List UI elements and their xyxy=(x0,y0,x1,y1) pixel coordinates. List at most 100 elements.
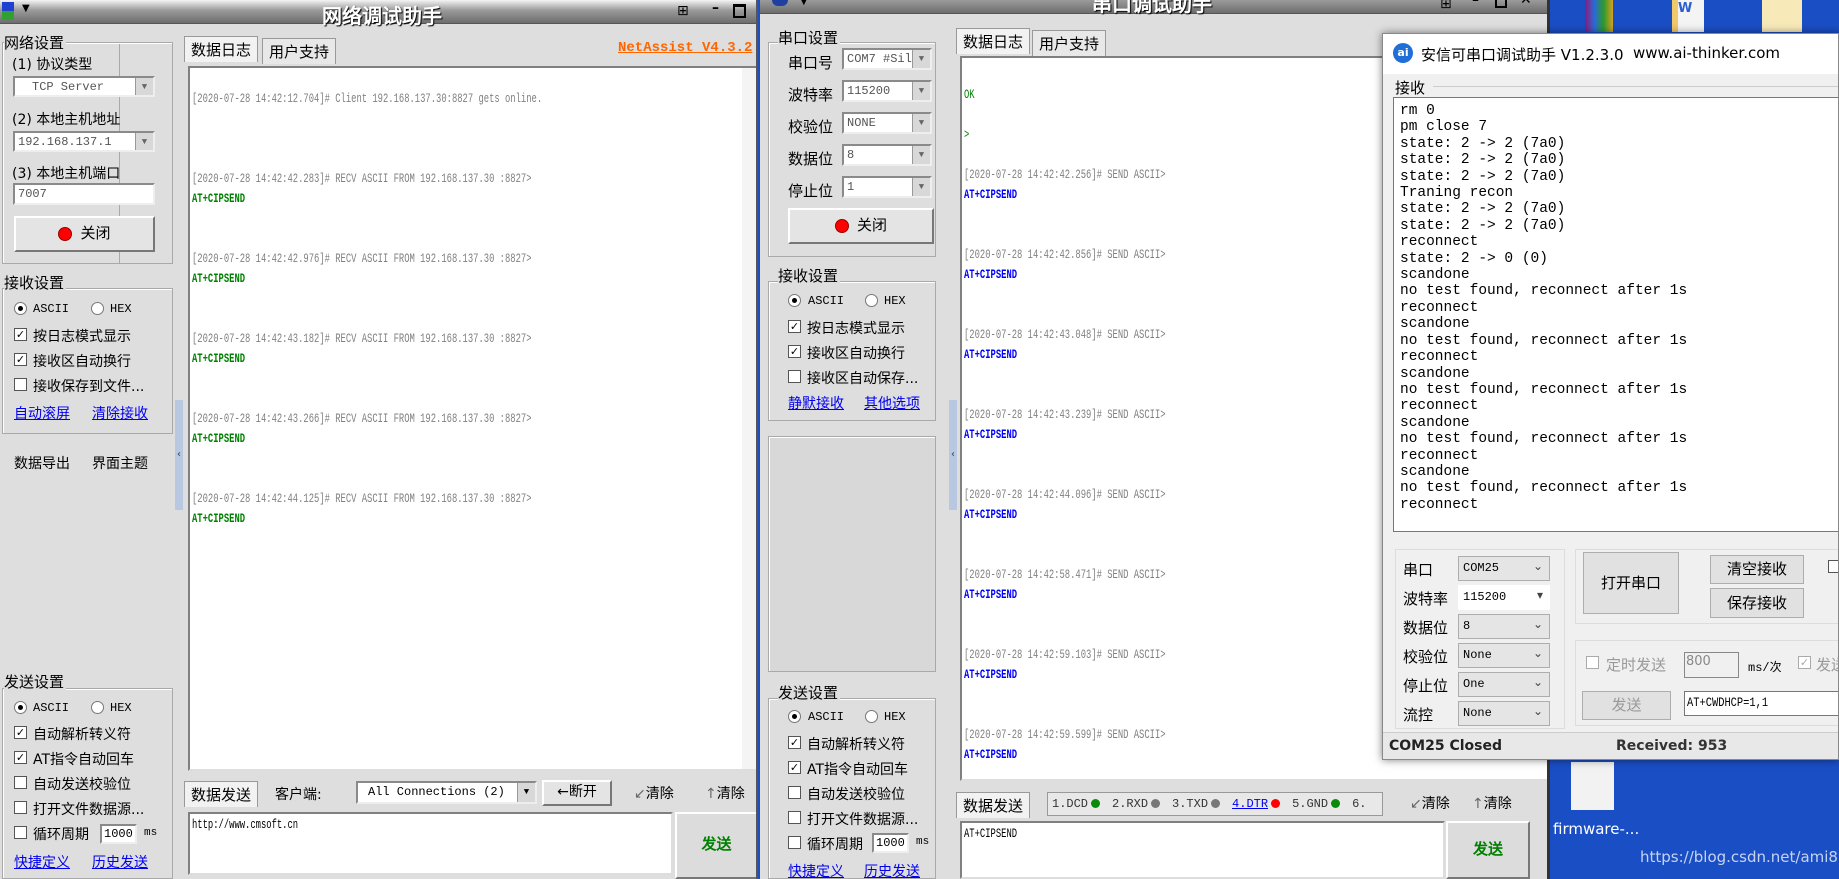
field-select[interactable]: NONE ▼ xyxy=(842,112,932,134)
protocol-select[interactable]: TCP Server ▼ xyxy=(13,76,155,97)
checkbox-4[interactable] xyxy=(788,811,801,824)
app-icon[interactable] xyxy=(2,2,14,20)
send-hex-radio[interactable] xyxy=(865,710,878,723)
recv-hex-radio[interactable] xyxy=(91,302,104,315)
clear-send-button[interactable]: ↙清除 xyxy=(1410,793,1450,813)
history-link[interactable]: 历史发送 xyxy=(864,861,920,879)
tab-data-log[interactable]: 数据日志 xyxy=(184,36,259,62)
send-hex-radio[interactable] xyxy=(91,701,104,714)
interval-input[interactable]: 800 xyxy=(1684,652,1739,678)
pin-4[interactable]: 4.DTR xyxy=(1232,797,1281,811)
send-input[interactable]: AT+CWDHCP=1,1 xyxy=(1684,691,1838,716)
clear-send-button[interactable]: ↙清除 xyxy=(634,783,674,803)
checkbox-4[interactable] xyxy=(14,801,27,814)
checkbox-1[interactable]: ✓ xyxy=(14,726,27,739)
client-select[interactable]: All Connections (2) ▼ xyxy=(356,781,537,804)
extra-checkbox[interactable] xyxy=(1828,560,1838,573)
minimize-icon[interactable]: – xyxy=(712,0,719,16)
field-select[interactable]: 8 ▼ xyxy=(842,144,932,166)
checkbox-2[interactable]: ✓ xyxy=(14,353,27,366)
menu-arrow-icon[interactable]: ▼ xyxy=(800,0,808,7)
pin-icon[interactable]: ⊞ xyxy=(677,3,689,19)
checkbox-3[interactable] xyxy=(788,370,801,383)
field-select[interactable]: None ⌄ xyxy=(1458,643,1550,668)
disconnect-button[interactable]: ←断开 xyxy=(542,780,612,806)
tab-user-support[interactable]: 用户支持 xyxy=(262,38,337,64)
other-options-link[interactable]: 其他选项 xyxy=(864,393,920,413)
file-desktop-icon[interactable] xyxy=(1571,762,1614,810)
field-select[interactable]: 8 ⌄ xyxy=(1458,614,1550,639)
word-desktop-icon[interactable]: W xyxy=(1672,0,1704,32)
netassist-titlebar[interactable]: ▼ 网络调试助手 ⊞ – xyxy=(0,0,756,28)
cycle-input[interactable]: 1000 xyxy=(872,833,909,853)
field-select[interactable]: COM25 ⌄ xyxy=(1458,556,1550,581)
shortcut-link[interactable]: 快捷定义 xyxy=(788,861,844,879)
checkbox-5[interactable] xyxy=(788,836,801,849)
timed-send-checkbox[interactable] xyxy=(1586,656,1599,669)
minimize-icon[interactable]: – xyxy=(1472,0,1479,8)
checkbox-3[interactable] xyxy=(14,378,27,391)
field-select[interactable]: COM7 #Sil ▼ xyxy=(842,48,932,70)
checkbox-3[interactable] xyxy=(788,786,801,799)
checkbox-2[interactable]: ✓ xyxy=(788,345,801,358)
checkbox-1[interactable]: ✓ xyxy=(788,320,801,333)
winrar-desktop-icon[interactable] xyxy=(1585,0,1613,32)
app-icon[interactable] xyxy=(772,0,788,6)
close-port-button[interactable]: 关闭 xyxy=(788,208,934,244)
menu-arrow-icon[interactable]: ▼ xyxy=(22,3,30,14)
send-button[interactable]: 发送 xyxy=(675,812,756,879)
send-ascii-radio[interactable] xyxy=(14,701,27,714)
field-select[interactable]: One ⌄ xyxy=(1458,672,1550,697)
scrollbar[interactable] xyxy=(742,68,756,769)
host-select[interactable]: 192.168.137.1 ▼ xyxy=(13,131,155,152)
clear-recv-button[interactable]: 清空接收 xyxy=(1710,555,1804,584)
port-input[interactable]: 7007 xyxy=(13,183,155,205)
recv-ascii-radio[interactable] xyxy=(788,294,801,307)
send-checkbox[interactable]: ✓ xyxy=(1798,656,1811,669)
cycle-input[interactable]: 1000 xyxy=(100,824,137,844)
clear-recv-button[interactable]: ↑清除 xyxy=(1472,793,1512,813)
field-select[interactable]: None ⌄ xyxy=(1458,701,1550,726)
folder-desktop-icon[interactable] xyxy=(1762,0,1802,32)
recv-ascii-radio[interactable] xyxy=(14,302,27,315)
tab-data-send[interactable]: 数据发送 xyxy=(956,792,1031,818)
recv-textarea[interactable]: rm 0 pm close 7 state: 2 -> 2 (7a0) stat… xyxy=(1393,97,1838,532)
maximize-icon[interactable] xyxy=(733,4,746,18)
checkbox-2[interactable]: ✓ xyxy=(14,751,27,764)
data-export-link[interactable]: 数据导出 xyxy=(14,453,70,473)
net-log-area[interactable]: [2020-07-28 14:42:12.704]# Client 192.16… xyxy=(188,66,756,771)
aithinker-titlebar[interactable]: ai 安信可串口调试助手 V1.2.3.0 www.ai-thinker.com xyxy=(1383,34,1838,74)
send-ascii-radio[interactable] xyxy=(788,710,801,723)
send-input[interactable]: AT+CIPSEND xyxy=(960,821,1445,879)
clear-recv-link[interactable]: 清除接收 xyxy=(92,403,148,423)
tab-data-log[interactable]: 数据日志 xyxy=(956,28,1031,54)
checkbox-1[interactable]: ✓ xyxy=(788,736,801,749)
checkbox-2[interactable]: ✓ xyxy=(788,761,801,774)
checkbox-5[interactable] xyxy=(14,826,27,839)
field-select[interactable]: 115200 ▼ xyxy=(842,80,932,102)
open-port-button[interactable]: 打开串口 xyxy=(1583,552,1679,614)
history-link[interactable]: 历史发送 xyxy=(92,852,148,872)
checkbox-1[interactable]: ✓ xyxy=(14,328,27,341)
recv-hex-radio[interactable] xyxy=(865,294,878,307)
close-connection-button[interactable]: 关闭 xyxy=(14,216,155,252)
brand-label[interactable]: NetAssist V4.3.2 xyxy=(618,40,752,56)
theme-link[interactable]: 界面主题 xyxy=(92,453,148,473)
tab-user-support[interactable]: 用户支持 xyxy=(1032,30,1107,56)
close-icon[interactable]: ✕ xyxy=(1520,0,1532,8)
send-button[interactable]: 发送 xyxy=(1582,691,1671,720)
send-input[interactable]: http://www.cmsoft.cn xyxy=(188,812,673,875)
shortcut-link[interactable]: 快捷定义 xyxy=(14,852,70,872)
clear-recv-button[interactable]: ↑清除 xyxy=(705,783,745,803)
maximize-icon[interactable] xyxy=(1495,0,1507,8)
tab-data-send[interactable]: 数据发送 xyxy=(184,781,259,807)
field-select[interactable]: 115200 ▾ xyxy=(1458,585,1550,610)
file-desktop-label[interactable]: firmware-... xyxy=(1553,820,1639,838)
field-select[interactable]: 1 ▼ xyxy=(842,176,932,198)
auto-scroll-link[interactable]: 自动滚屏 xyxy=(14,403,70,423)
send-button[interactable]: 发送 xyxy=(1446,821,1530,879)
pin-icon[interactable]: ⊞ xyxy=(1440,0,1452,12)
collapse-panel-handle[interactable]: ‹ xyxy=(949,400,957,510)
checkbox-3[interactable] xyxy=(14,776,27,789)
collapse-panel-handle[interactable]: ‹ xyxy=(175,400,183,510)
